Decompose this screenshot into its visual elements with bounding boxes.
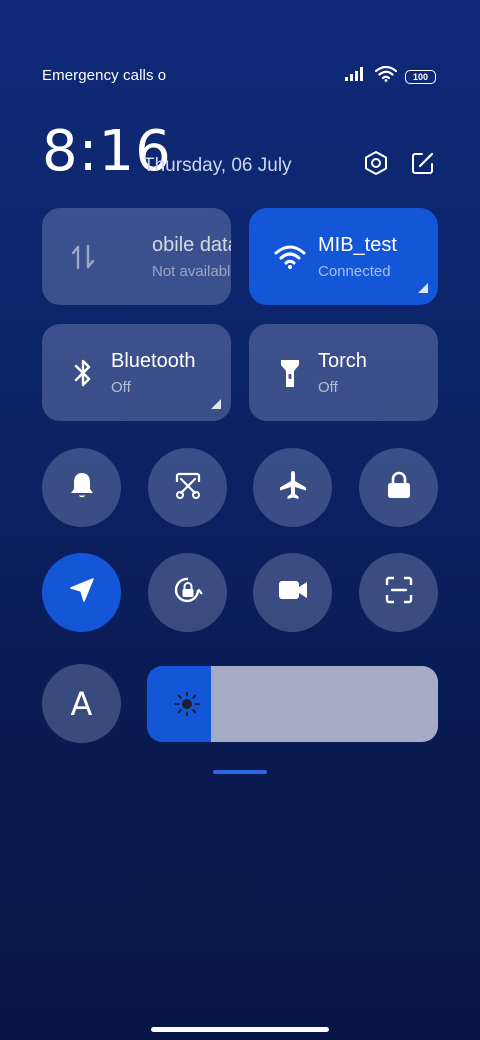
wifi-title: MIB_test xyxy=(318,234,397,256)
scanner-toggle[interactable] xyxy=(359,553,438,632)
silent-toggle[interactable] xyxy=(42,448,121,527)
bluetooth-icon xyxy=(66,356,100,390)
bluetooth-tile[interactable]: Bluetooth Off xyxy=(42,324,231,421)
lock-icon xyxy=(386,470,412,505)
auto-brightness-label: A xyxy=(70,684,93,723)
airplane-icon xyxy=(277,469,309,506)
bluetooth-title: Bluetooth xyxy=(111,350,196,372)
bell-icon xyxy=(68,470,96,505)
screen-recorder-toggle[interactable] xyxy=(253,553,332,632)
settings-icon xyxy=(363,150,389,181)
torch-icon xyxy=(273,356,307,390)
carrier-text: Emergency calls o xyxy=(42,67,166,84)
status-icons: 100 xyxy=(345,65,436,87)
mobile-data-title: obile data xyxy=(152,234,231,256)
rotation-lock-icon xyxy=(171,573,205,612)
auto-brightness-toggle[interactable]: A xyxy=(42,664,121,743)
mobile-data-tile[interactable]: obile data Not available xyxy=(42,208,231,305)
battery-icon: 100 xyxy=(405,69,436,84)
wifi-status: Connected xyxy=(318,263,391,280)
screenshot-icon xyxy=(173,470,203,505)
home-gesture-bar[interactable] xyxy=(151,1027,329,1032)
scanner-icon xyxy=(385,576,413,609)
page-indicator xyxy=(213,770,267,774)
location-toggle[interactable] xyxy=(42,553,121,632)
location-icon xyxy=(69,577,95,608)
brightness-slider[interactable] xyxy=(147,666,438,742)
wifi-icon xyxy=(374,65,398,87)
expand-corner-icon[interactable] xyxy=(418,283,428,293)
edit-button[interactable] xyxy=(408,150,438,180)
date-text: Thursday, 06 July xyxy=(143,155,292,176)
torch-status: Off xyxy=(318,379,338,396)
screenshot-toggle[interactable] xyxy=(148,448,227,527)
torch-title: Torch xyxy=(318,350,367,372)
bluetooth-status: Off xyxy=(111,379,131,396)
torch-tile[interactable]: Torch Off xyxy=(249,324,438,421)
wifi-tile[interactable]: MIB_test Connected xyxy=(249,208,438,305)
lock-screen-toggle[interactable] xyxy=(359,448,438,527)
edit-icon xyxy=(410,150,436,181)
wifi-icon xyxy=(273,240,307,274)
signal-icon xyxy=(345,67,367,86)
airplane-mode-toggle[interactable] xyxy=(253,448,332,527)
sun-icon xyxy=(174,691,200,717)
settings-button[interactable] xyxy=(361,150,391,180)
data-arrows-icon xyxy=(66,240,100,274)
expand-corner-icon[interactable] xyxy=(211,399,221,409)
rotation-lock-toggle[interactable] xyxy=(148,553,227,632)
video-camera-icon xyxy=(278,579,308,606)
status-bar: Emergency calls o 100 xyxy=(0,60,480,92)
mobile-data-status: Not available xyxy=(152,263,231,280)
